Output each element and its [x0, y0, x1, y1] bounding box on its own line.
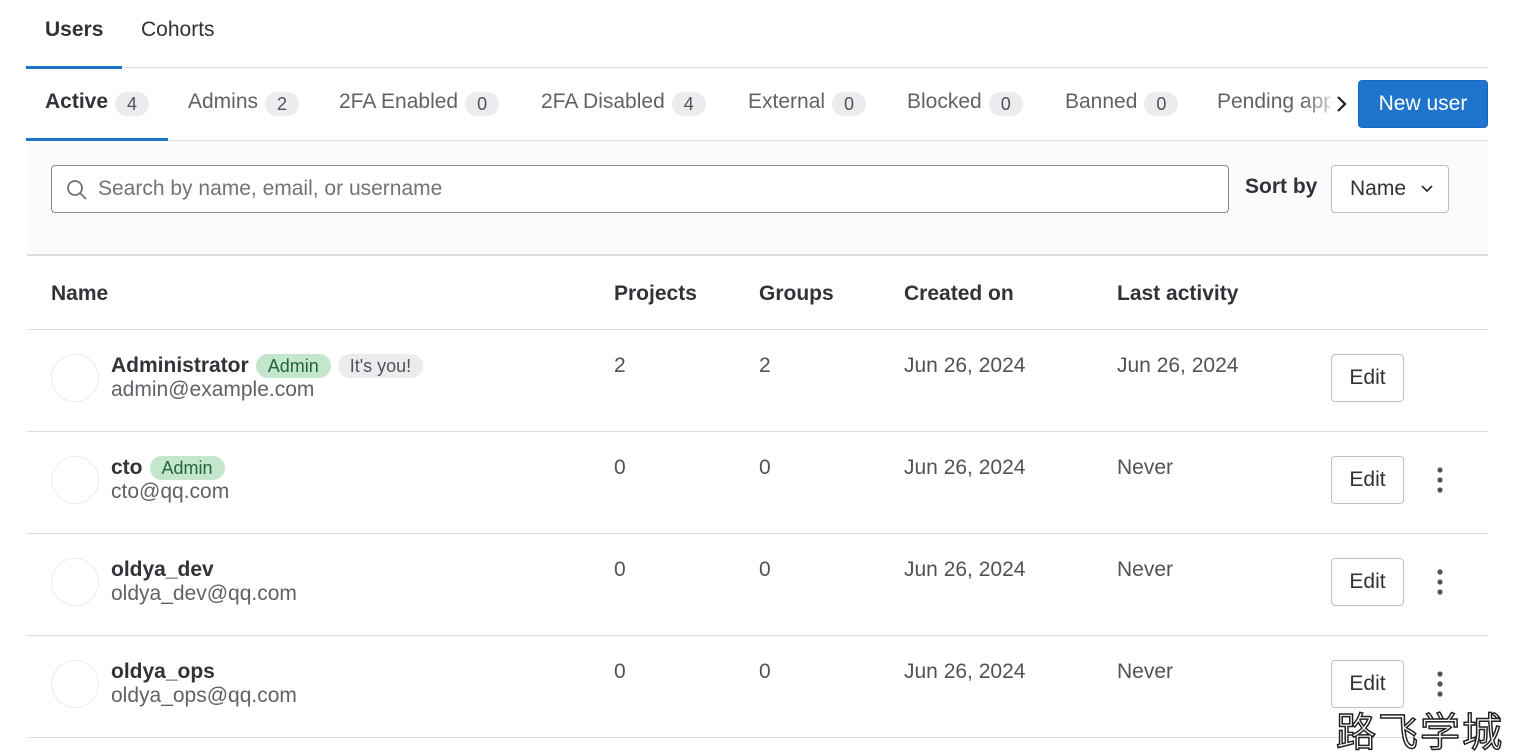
last-activity-date: Never — [1117, 456, 1174, 479]
watermark: 路飞学城 — [1335, 709, 1504, 752]
kebab-menu-icon — [1437, 569, 1443, 595]
column-header-name: Name — [51, 282, 109, 305]
groups-count: 0 — [759, 558, 771, 581]
table-row: Administrator Admin It's you! admin@exam… — [27, 330, 1488, 432]
last-activity-date: Never — [1117, 660, 1174, 683]
tab-label: 2FA Enabled — [339, 90, 459, 113]
tab-users[interactable]: Users — [25, 18, 123, 69]
user-name-link[interactable]: oldya_ops — [111, 660, 215, 684]
search-icon — [67, 180, 87, 200]
created-on-date: Jun 26, 2024 — [904, 354, 1026, 377]
user-email: oldya_ops@qq.com — [111, 684, 297, 707]
users-table: Name Projects Groups Created on Last act… — [27, 256, 1488, 738]
last-activity-date: Jun 26, 2024 — [1117, 354, 1239, 377]
created-on-date: Jun 26, 2024 — [904, 660, 1026, 683]
projects-count: 0 — [614, 660, 626, 683]
sort-label: Sort by — [1245, 175, 1318, 198]
user-email: admin@example.com — [111, 378, 315, 401]
tab-label: Active — [45, 90, 109, 113]
table-header: Name Projects Groups Created on Last act… — [27, 256, 1488, 330]
tab-admins[interactable]: Admins 2 — [188, 90, 300, 141]
avatar[interactable] — [51, 354, 99, 402]
chevron-down-icon — [1421, 185, 1433, 193]
projects-count: 2 — [614, 354, 626, 377]
chevron-right-icon — [1337, 96, 1347, 112]
admin-badge: Admin — [255, 354, 331, 378]
sort-dropdown[interactable]: Name — [1331, 165, 1449, 213]
created-on-date: Jun 26, 2024 — [904, 456, 1026, 479]
count-badge: 0 — [1144, 92, 1179, 116]
tab-external[interactable]: External 0 — [748, 90, 867, 141]
tab-2fa-enabled[interactable]: 2FA Enabled 0 — [339, 90, 500, 141]
search-sort-bar: Sort by Name — [27, 141, 1488, 256]
user-name-cell: cto Admin — [111, 456, 225, 480]
created-on-date: Jun 26, 2024 — [904, 558, 1026, 581]
user-actions-menu-button[interactable] — [1425, 456, 1455, 504]
user-name-link[interactable]: oldya_dev — [111, 558, 214, 582]
avatar[interactable] — [51, 456, 99, 504]
edit-user-button[interactable]: Edit — [1331, 456, 1404, 504]
tab-label: External — [748, 90, 826, 113]
user-email: cto@qq.com — [111, 480, 230, 503]
user-actions-menu-button[interactable] — [1425, 558, 1455, 606]
tab-active[interactable]: Active 4 — [25, 90, 169, 141]
groups-count: 0 — [759, 660, 771, 683]
user-name-link[interactable]: Administrator — [111, 354, 249, 378]
user-filter-tabs: Active 4 Admins 2 2FA Enabled 0 2FA Disa… — [25, 68, 1488, 141]
user-name-cell: oldya_ops — [111, 660, 215, 684]
count-badge: 0 — [465, 92, 500, 116]
tab-label: 2FA Disabled — [541, 90, 665, 113]
user-name-cell: Administrator Admin It's you! — [111, 354, 424, 378]
avatar[interactable] — [51, 558, 99, 606]
admin-badge: Admin — [149, 456, 225, 480]
edit-user-button[interactable]: Edit — [1331, 354, 1404, 402]
column-header-last-activity: Last activity — [1117, 282, 1239, 305]
column-header-projects: Projects — [614, 282, 697, 305]
avatar[interactable] — [51, 660, 99, 708]
groups-count: 2 — [759, 354, 771, 377]
table-row: oldya_ops oldya_ops@qq.com 0 0 Jun 26, 2… — [27, 636, 1488, 738]
count-badge: 4 — [115, 92, 150, 116]
its-you-badge: It's you! — [337, 354, 424, 378]
scroll-tabs-right-button[interactable] — [1330, 88, 1354, 120]
table-row: oldya_dev oldya_dev@qq.com 0 0 Jun 26, 2… — [27, 534, 1488, 636]
groups-count: 0 — [759, 456, 771, 479]
tab-cohorts[interactable]: Cohorts — [141, 18, 215, 68]
user-email: oldya_dev@qq.com — [111, 582, 297, 605]
tab-pending-approval[interactable]: Pending approval — [1217, 90, 1343, 120]
kebab-menu-icon — [1437, 467, 1443, 493]
search-input[interactable] — [98, 166, 1218, 212]
tab-banned[interactable]: Banned 0 — [1065, 90, 1179, 141]
projects-count: 0 — [614, 456, 626, 479]
kebab-menu-icon — [1437, 671, 1443, 697]
count-badge: 0 — [988, 92, 1023, 116]
column-header-created-on: Created on — [904, 282, 1014, 305]
sort-selected-value: Name — [1350, 177, 1407, 200]
tab-label: Blocked — [907, 90, 982, 113]
count-badge: 0 — [832, 92, 867, 116]
column-header-groups: Groups — [759, 282, 834, 305]
user-name-link[interactable]: cto — [111, 456, 143, 480]
last-activity-date: Never — [1117, 558, 1174, 581]
projects-count: 0 — [614, 558, 626, 581]
user-name-cell: oldya_dev — [111, 558, 214, 582]
count-badge: 4 — [671, 92, 706, 116]
search-box[interactable] — [51, 165, 1229, 213]
tab-label: Admins — [188, 90, 259, 113]
tab-label: Banned — [1065, 90, 1138, 113]
tab-2fa-disabled[interactable]: 2FA Disabled 4 — [541, 90, 706, 141]
top-tabs: Users Cohorts — [25, 0, 1488, 69]
count-badge: 2 — [265, 92, 300, 116]
table-row: cto Admin cto@qq.com 0 0 Jun 26, 2024 Ne… — [27, 432, 1488, 534]
edit-user-button[interactable]: Edit — [1331, 558, 1404, 606]
tab-blocked[interactable]: Blocked 0 — [907, 90, 1023, 141]
new-user-button[interactable]: New user — [1358, 80, 1488, 128]
